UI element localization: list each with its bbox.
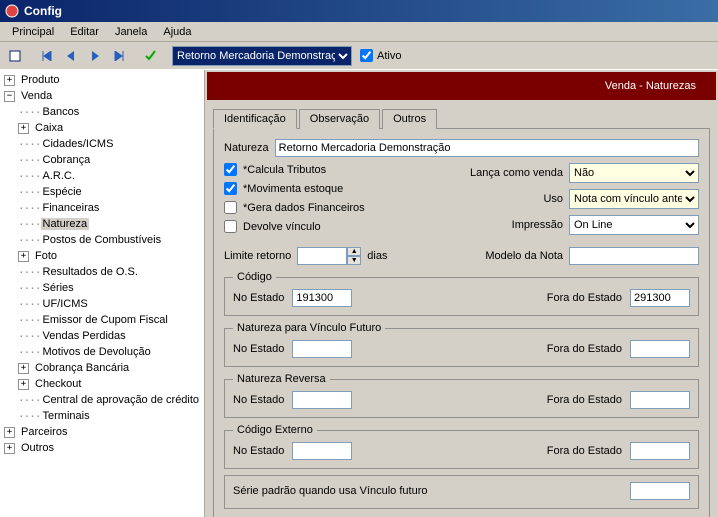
content-area: Venda - Naturezas Identificação Observaç… <box>205 70 718 517</box>
spin-down-icon[interactable]: ▼ <box>347 256 361 265</box>
nav-last-button[interactable] <box>108 45 130 67</box>
serie-padrao-fieldset: Série padrão quando usa Vínculo futuro <box>224 475 699 509</box>
expand-icon[interactable]: + <box>18 379 29 390</box>
tab-identificacao[interactable]: Identificação <box>213 109 297 129</box>
modelo-nota-input[interactable] <box>569 247 699 265</box>
tree-uficms[interactable]: ····UF/ICMS <box>0 296 204 312</box>
natureza-input[interactable] <box>275 139 699 157</box>
tab-panel: Natureza *Calcula Tributos *Movimenta es… <box>213 129 710 517</box>
expand-icon[interactable]: + <box>4 75 15 86</box>
vinc-noestado-input[interactable] <box>292 340 352 358</box>
devolve-vinculo-checkbox[interactable] <box>224 220 237 233</box>
tree-view[interactable]: +Produto −Venda ····Bancos +Caixa ····Ci… <box>0 70 205 517</box>
menu-principal[interactable]: Principal <box>4 24 62 40</box>
expand-icon[interactable]: + <box>4 427 15 438</box>
tree-parceiros[interactable]: +Parceiros <box>0 424 204 440</box>
window-title: Config <box>24 4 62 18</box>
lanca-venda-select[interactable]: Não <box>569 163 699 183</box>
menu-ajuda[interactable]: Ajuda <box>155 24 199 40</box>
app-icon <box>4 3 20 19</box>
tree-outros[interactable]: +Outros <box>0 440 204 456</box>
expand-icon[interactable]: + <box>18 363 29 374</box>
section-banner: Venda - Naturezas <box>207 72 716 100</box>
tab-outros[interactable]: Outros <box>382 109 437 129</box>
tree-cobbanc[interactable]: +Cobrança Bancária <box>0 360 204 376</box>
vinculo-futuro-fieldset: Natureza para Vínculo Futuro No Estado F… <box>224 322 699 367</box>
tab-observacao[interactable]: Observação <box>299 109 380 129</box>
expand-icon[interactable]: + <box>4 443 15 454</box>
codigo-fieldset: Código No Estado Fora do Estado <box>224 271 699 316</box>
tree-bancos[interactable]: ····Bancos <box>0 104 204 120</box>
tree-vperdidas[interactable]: ····Vendas Perdidas <box>0 328 204 344</box>
tree-caixa[interactable]: +Caixa <box>0 120 204 136</box>
spin-up-icon[interactable]: ▲ <box>347 247 361 256</box>
ativo-checkbox[interactable] <box>360 49 373 62</box>
tree-cidades[interactable]: ····Cidades/ICMS <box>0 136 204 152</box>
serie-padrao-input[interactable] <box>630 482 690 500</box>
nav-next-button[interactable] <box>84 45 106 67</box>
ext-foraestado-input[interactable] <box>630 442 690 460</box>
toolbar-natureza-select[interactable]: Retorno Mercadoria Demonstração <box>172 46 352 66</box>
tree-especie[interactable]: ····Espécie <box>0 184 204 200</box>
tree-central[interactable]: ····Central de aprovação de crédito <box>0 392 204 408</box>
tree-emissor[interactable]: ····Emissor de Cupom Fiscal <box>0 312 204 328</box>
natureza-label: Natureza <box>224 142 269 154</box>
nav-prev-button[interactable] <box>60 45 82 67</box>
ext-noestado-input[interactable] <box>292 442 352 460</box>
codigo-noestado-input[interactable] <box>292 289 352 307</box>
toolbar: Retorno Mercadoria Demonstração Ativo <box>0 42 718 70</box>
tree-terminais[interactable]: ····Terminais <box>0 408 204 424</box>
impressao-select[interactable]: On Line <box>569 215 699 235</box>
uso-select[interactable]: Nota com vínculo anterior <box>569 189 699 209</box>
collapse-icon[interactable]: − <box>4 91 15 102</box>
limite-retorno-spinner[interactable]: ▲▼ <box>297 247 361 265</box>
tree-postos[interactable]: ····Postos de Combustíveis <box>0 232 204 248</box>
nav-first-button[interactable] <box>36 45 58 67</box>
movimenta-estoque-checkbox[interactable] <box>224 182 237 195</box>
expand-icon[interactable]: + <box>18 123 29 134</box>
menubar: Principal Editar Janela Ajuda <box>0 22 718 42</box>
tree-motivos[interactable]: ····Motivos de Devolução <box>0 344 204 360</box>
tree-foto[interactable]: +Foto <box>0 248 204 264</box>
limite-retorno-input[interactable] <box>297 247 347 265</box>
rev-noestado-input[interactable] <box>292 391 352 409</box>
codigo-foraestado-input[interactable] <box>630 289 690 307</box>
tool-new-button[interactable] <box>4 45 26 67</box>
menu-janela[interactable]: Janela <box>107 24 155 40</box>
tree-checkout[interactable]: +Checkout <box>0 376 204 392</box>
gera-financeiros-checkbox[interactable] <box>224 201 237 214</box>
titlebar: Config <box>0 0 718 22</box>
tree-venda[interactable]: −Venda <box>0 88 204 104</box>
tree-series[interactable]: ····Séries <box>0 280 204 296</box>
expand-icon[interactable]: + <box>18 251 29 262</box>
tree-cobranca[interactable]: ····Cobrança <box>0 152 204 168</box>
vinc-foraestado-input[interactable] <box>630 340 690 358</box>
ativo-checkbox-label[interactable]: Ativo <box>360 49 401 62</box>
confirm-button[interactable] <box>140 45 162 67</box>
tree-natureza[interactable]: ····Natureza <box>0 216 204 232</box>
menu-editar[interactable]: Editar <box>62 24 107 40</box>
reversa-fieldset: Natureza Reversa No Estado Fora do Estad… <box>224 373 699 418</box>
calcula-tributos-checkbox[interactable] <box>224 163 237 176</box>
tree-arc[interactable]: ····A.R.C. <box>0 168 204 184</box>
rev-foraestado-input[interactable] <box>630 391 690 409</box>
codigo-externo-fieldset: Código Externo No Estado Fora do Estado <box>224 424 699 469</box>
tabs: Identificação Observação Outros <box>213 108 710 129</box>
tree-produto[interactable]: +Produto <box>0 72 204 88</box>
tree-resultados[interactable]: ····Resultados de O.S. <box>0 264 204 280</box>
tree-financeiras[interactable]: ····Financeiras <box>0 200 204 216</box>
